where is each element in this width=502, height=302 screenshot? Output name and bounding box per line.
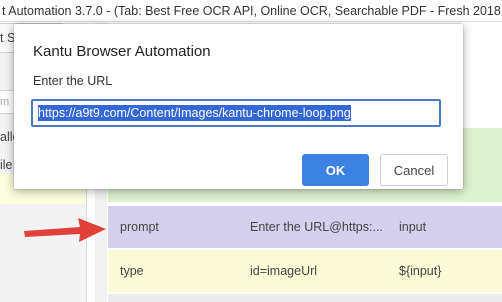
command-cell: prompt [120,220,159,234]
url-input[interactable]: https://a9t9.com/Content/Images/kantu-ch… [31,99,441,127]
table-row-type[interactable]: type id=imageUrl ${input} [108,250,502,292]
prompt-dialog: Kantu Browser Automation Enter the URL h… [14,24,463,189]
cancel-button[interactable]: Cancel [380,154,448,186]
value-cell: input [399,220,427,234]
target-cell: id=imageUrl [250,264,318,278]
target-cell: Enter the URL@https:... [250,220,383,234]
dialog-label: Enter the URL [33,74,113,88]
window-title: t Automation 3.7.0 - (Tab: Best Free OCR… [0,0,502,22]
table-row[interactable] [108,294,502,302]
value-cell: ${input} [399,264,442,278]
table-row-prompt[interactable]: prompt Enter the URL@https:... input [108,206,502,248]
command-cell: type [120,264,144,278]
ok-button[interactable]: OK [302,154,369,186]
url-input-value: https://a9t9.com/Content/Images/kantu-ch… [38,105,351,121]
red-arrow-icon [24,218,106,242]
dialog-title: Kantu Browser Automation [33,43,211,60]
